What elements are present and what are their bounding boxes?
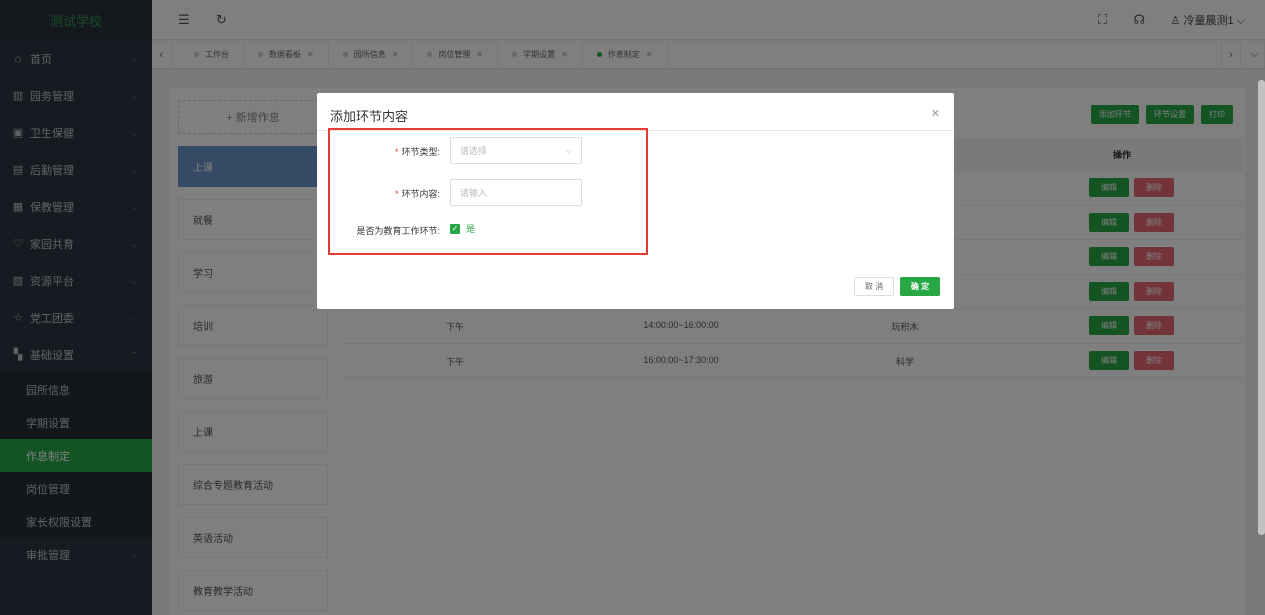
dialog-title: 添加环节内容 (330, 109, 409, 124)
dialog-header: 添加环节内容 ✕ (317, 93, 954, 131)
close-icon[interactable]: ✕ (931, 107, 940, 120)
highlight-box (328, 128, 648, 255)
add-step-dialog: 添加环节内容 ✕ * 环节类型: 请选择 ⌵ * 环节内容: 请输入 是否为教育工作… (317, 93, 954, 309)
page-scrollbar[interactable] (1258, 80, 1265, 535)
cancel-button[interactable]: 取 消 (854, 277, 894, 296)
confirm-button[interactable]: 确 定 (900, 277, 940, 296)
